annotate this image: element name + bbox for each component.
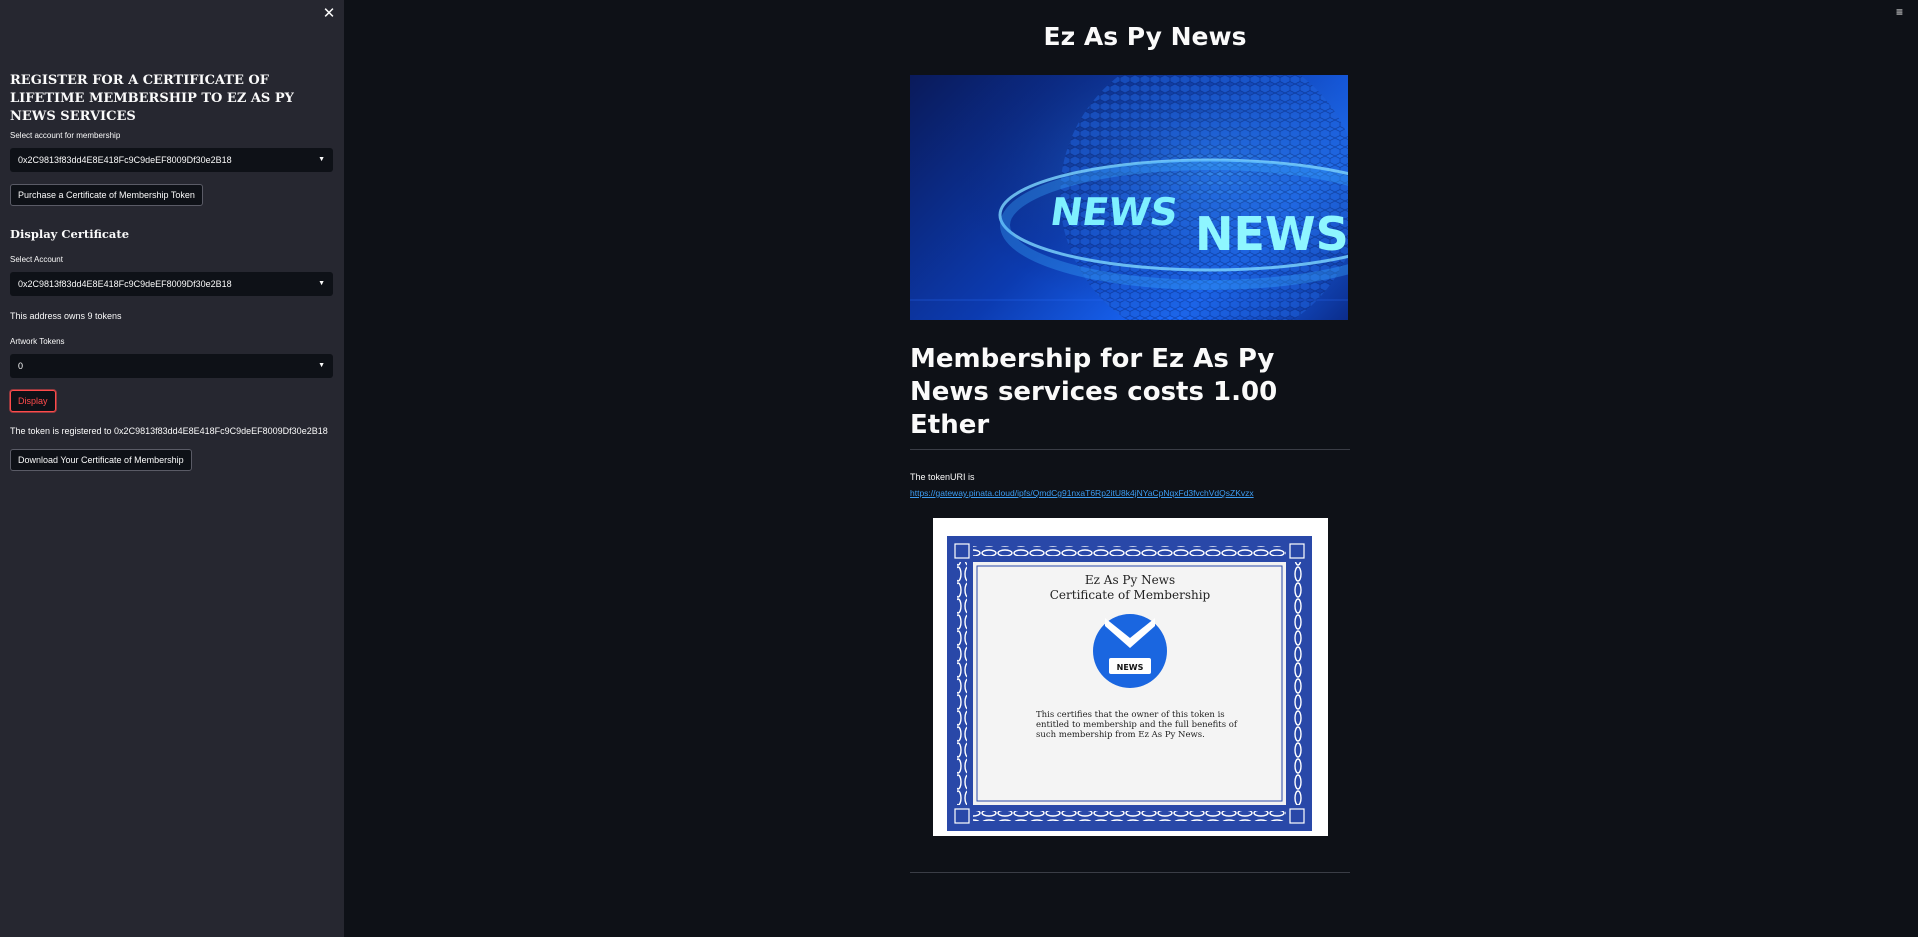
owned-tokens-text: This address owns 9 tokens bbox=[10, 311, 122, 321]
certificate-line1: Ez As Py News bbox=[1085, 573, 1175, 587]
display-button[interactable]: Display bbox=[10, 390, 56, 412]
registered-to-text: The token is registered to 0x2C9813f83dd… bbox=[10, 426, 328, 436]
membership-cost-headline: Membership for Ez As Py News services co… bbox=[910, 344, 1278, 440]
display-account-select[interactable]: 0x2C9813f83dd4E8E418Fc9C9deEF8009Df30e2B… bbox=[10, 272, 333, 296]
page-title: Ez As Py News bbox=[1043, 22, 1247, 51]
certificate-image: Ez As Py News Certificate of Membership … bbox=[933, 518, 1328, 836]
membership-account-value: 0x2C9813f83dd4E8E418Fc9C9deEF8009Df30e2B… bbox=[18, 155, 232, 165]
banner-news-word-1: NEWS bbox=[1048, 191, 1181, 235]
purchase-button[interactable]: Purchase a Certificate of Membership Tok… bbox=[10, 184, 203, 206]
divider bbox=[910, 449, 1350, 450]
close-icon[interactable]: ✕ bbox=[322, 6, 336, 22]
download-certificate-button[interactable]: Download Your Certificate of Membership bbox=[10, 449, 192, 471]
certificate-body-2: entitled to membership and the full bene… bbox=[1036, 720, 1238, 730]
sidebar-heading: REGISTER FOR A CERTIFICATE OF LIFETIME M… bbox=[10, 73, 294, 124]
select-account-label: Select Account bbox=[10, 255, 63, 264]
artwork-tokens-value: 0 bbox=[18, 361, 24, 371]
caret-down-icon: ▼ bbox=[318, 362, 325, 369]
artwork-tokens-select[interactable]: 0 ▼ bbox=[10, 354, 333, 378]
certificate-body-3: such membership from Ez As Py News. bbox=[1036, 730, 1205, 740]
membership-account-label: Select account for membership bbox=[10, 131, 121, 140]
banner-news-word-2: NEWS bbox=[1195, 207, 1348, 261]
certificate-line2: Certificate of Membership bbox=[1050, 588, 1211, 602]
token-uri-link[interactable]: https://gateway.pinata.cloud/ipfs/QmdCg9… bbox=[910, 488, 1254, 498]
artwork-tokens-label: Artwork Tokens bbox=[10, 337, 65, 346]
token-uri-label: The tokenURI is bbox=[910, 472, 975, 482]
membership-account-select[interactable]: 0x2C9813f83dd4E8E418Fc9C9deEF8009Df30e2B… bbox=[10, 148, 333, 172]
caret-down-icon: ▼ bbox=[318, 156, 325, 163]
certificate-badge: NEWS bbox=[1117, 663, 1144, 672]
hamburger-menu-icon[interactable]: ≡ bbox=[1896, 6, 1910, 18]
certificate-body-1: This certifies that the owner of this to… bbox=[1036, 710, 1225, 720]
caret-down-icon: ▼ bbox=[318, 280, 325, 287]
news-banner-image: NEWS NEWS bbox=[910, 75, 1348, 320]
display-account-value: 0x2C9813f83dd4E8E418Fc9C9deEF8009Df30e2B… bbox=[18, 279, 232, 289]
sidebar: ✕ REGISTER FOR A CERTIFICATE OF LIFETIME… bbox=[0, 0, 344, 937]
divider bbox=[910, 872, 1350, 873]
display-certificate-heading: Display Certificate bbox=[10, 227, 130, 241]
